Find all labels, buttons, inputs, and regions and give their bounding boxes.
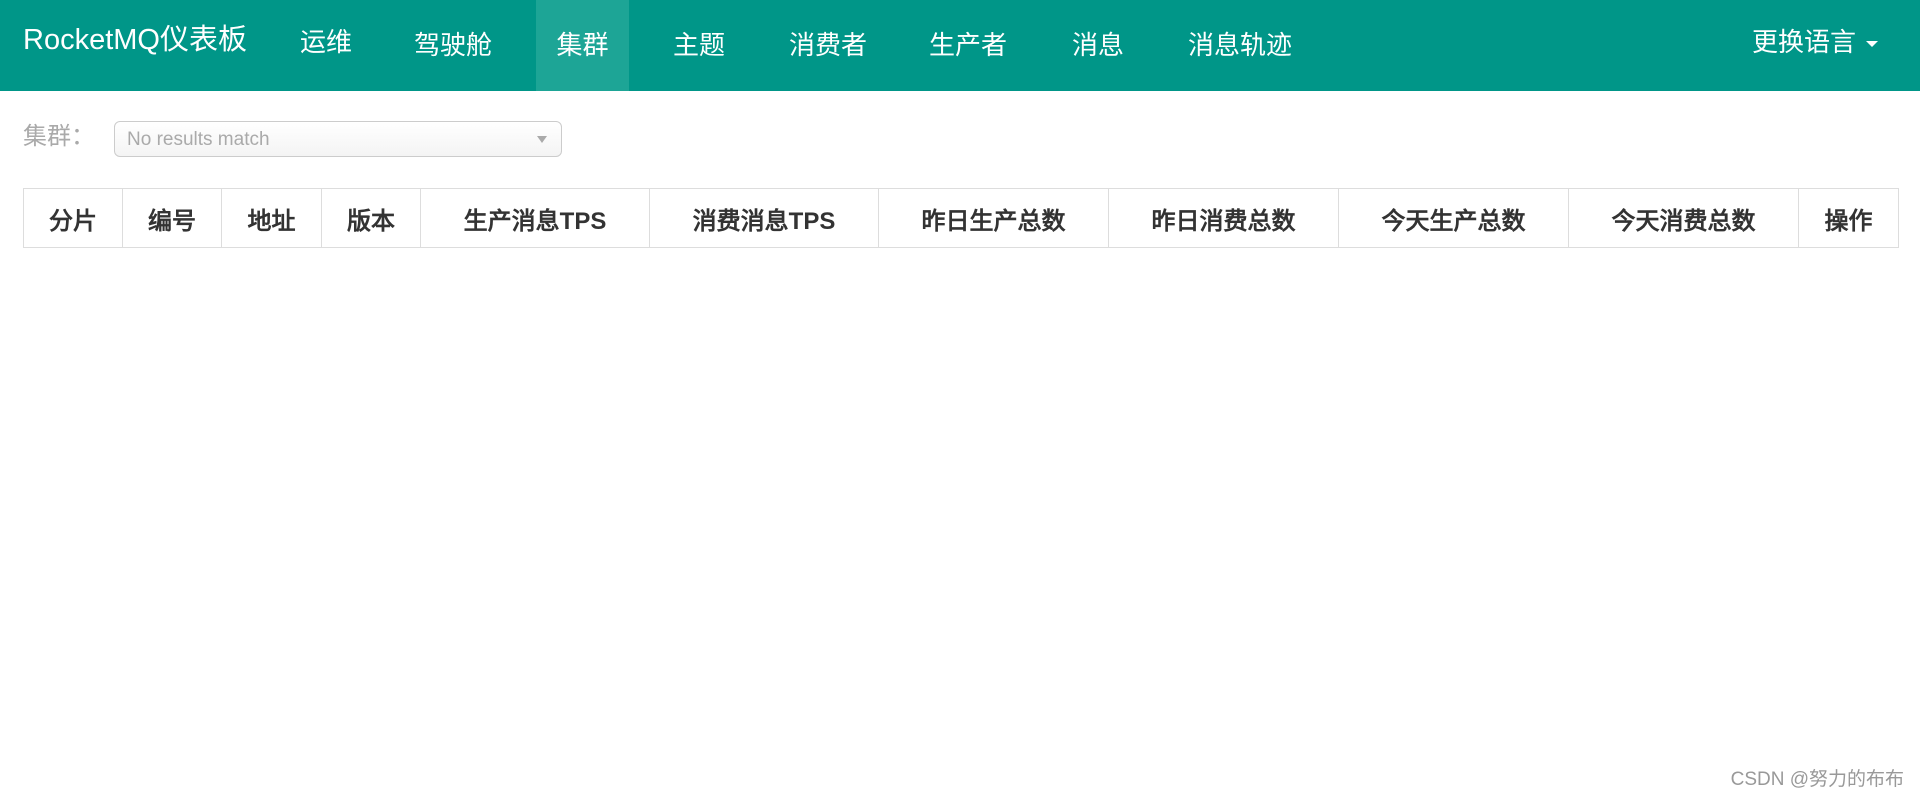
watermark: CSDN @努力的布布 bbox=[1730, 769, 1904, 790]
column-header-version: 版本 bbox=[321, 188, 421, 248]
cluster-select[interactable]: No results match bbox=[114, 121, 562, 157]
column-header-actions: 操作 bbox=[1798, 188, 1899, 248]
dropdown-arrow-icon bbox=[537, 136, 547, 143]
column-header-id: 编号 bbox=[122, 188, 222, 248]
cluster-select-value: No results match bbox=[127, 129, 270, 150]
cluster-table: 分片 编号 地址 版本 生产消息TPS 消费消息TPS 昨日生产总数 昨日消费总… bbox=[23, 188, 1899, 248]
column-header-yesterday-produced: 昨日生产总数 bbox=[878, 188, 1109, 248]
nav-item-cluster[interactable]: 集群 bbox=[536, 0, 629, 91]
chevron-down-icon bbox=[1866, 41, 1878, 48]
table-header-row: 分片 编号 地址 版本 生产消息TPS 消费消息TPS 昨日生产总数 昨日消费总… bbox=[23, 188, 1899, 248]
language-label: 更换语言 bbox=[1751, 27, 1856, 57]
column-header-address: 地址 bbox=[221, 188, 322, 248]
column-header-shard: 分片 bbox=[23, 188, 123, 248]
column-header-yesterday-consumed: 昨日消费总数 bbox=[1108, 188, 1339, 248]
brand-title[interactable]: RocketMQ仪表板 bbox=[23, 23, 247, 57]
nav-item-topic[interactable]: 主题 bbox=[652, 0, 746, 91]
language-dropdown[interactable]: 更换语言 bbox=[1752, 0, 1878, 84]
column-header-today-consumed: 今天消费总数 bbox=[1568, 188, 1799, 248]
nav-item-dashboard[interactable]: 驾驶舱 bbox=[400, 0, 506, 91]
nav-item-ops[interactable]: 运维 bbox=[280, 0, 372, 91]
nav-item-consumer[interactable]: 消费者 bbox=[772, 0, 884, 91]
column-header-consume-tps: 消费消息TPS bbox=[649, 188, 879, 248]
column-header-today-produced: 今天生产总数 bbox=[1338, 188, 1569, 248]
nav-item-message[interactable]: 消息 bbox=[1052, 0, 1144, 91]
nav-item-producer[interactable]: 生产者 bbox=[912, 0, 1024, 91]
nav-item-message-trace[interactable]: 消息轨迹 bbox=[1172, 0, 1308, 91]
top-navbar: RocketMQ仪表板 运维 驾驶舱 集群 主题 消费者 生产者 消息 消息轨迹… bbox=[0, 0, 1920, 91]
cluster-filter-label: 集群： bbox=[23, 123, 95, 150]
column-header-produce-tps: 生产消息TPS bbox=[420, 188, 650, 248]
